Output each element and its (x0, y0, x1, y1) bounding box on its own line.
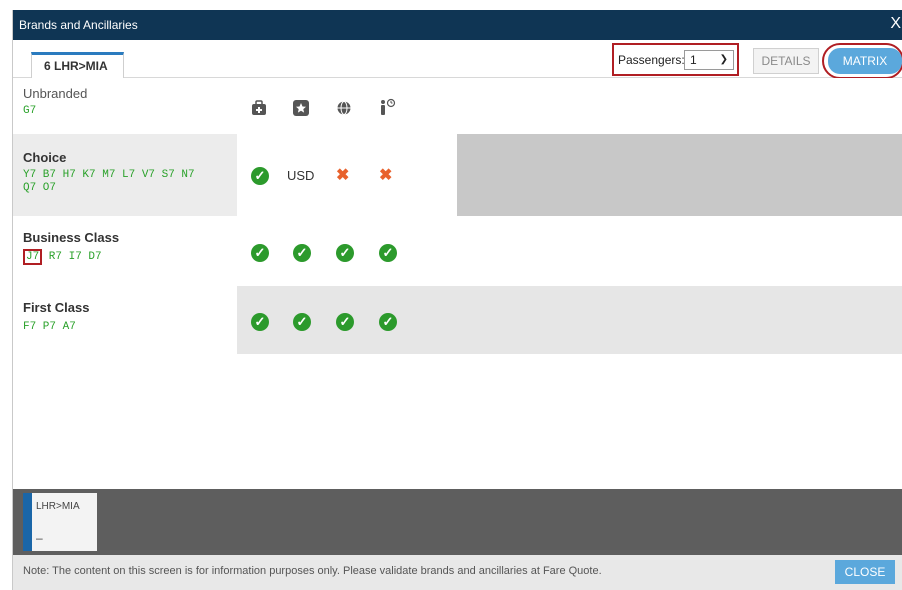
brand-label-cell: Business Class J7 R7 I7 D7 (13, 216, 237, 286)
brand-row-first: First Class F7 P7 A7 ✓ ✓ ✓ ✓ (13, 286, 902, 354)
passengers-select[interactable]: 1 ❯ (684, 50, 734, 70)
segment-bar: LHR>MIA – (13, 489, 902, 555)
dialog-title: Brands and Ancillaries (19, 18, 138, 32)
brand-name: Business Class (23, 230, 120, 245)
booking-codes: F7 P7 A7 (23, 321, 76, 333)
brands-ancillaries-dialog: Brands and Ancillaries X 6 LHR>MIA Passe… (12, 10, 902, 590)
segment-label: LHR>MIA (36, 501, 80, 512)
included-check-icon: ✓ (336, 244, 360, 268)
booking-codes: Y7 B7 H7 K7 M7 L7 V7 S7 N7 Q7 O7 (23, 169, 237, 195)
priority-boarding-icon (378, 98, 402, 122)
included-check-icon: ✓ (293, 244, 317, 268)
booking-codes-rest: R7 I7 D7 (42, 251, 102, 263)
not-available-cross-icon: ✖ (336, 167, 350, 184)
close-button[interactable]: CLOSE (835, 560, 895, 584)
brand-name: Unbranded (23, 86, 88, 101)
brand-row-choice: Choice Y7 B7 H7 K7 M7 L7 V7 S7 N7 Q7 O7 … (13, 134, 902, 216)
brand-name: First Class (23, 300, 90, 315)
chevron-down-icon: ❯ (719, 54, 728, 65)
ancillary-cells: ✓ ✓ ✓ ✓ (237, 216, 902, 286)
segment-tab[interactable]: LHR>MIA – (23, 493, 97, 551)
header-row: Unbranded G7 (13, 78, 902, 134)
included-check-icon: ✓ (251, 313, 275, 337)
passengers-label: Passengers: (618, 53, 685, 67)
segment-value: – (36, 531, 43, 545)
included-check-icon: ✓ (379, 313, 403, 337)
matrix-button[interactable]: MATRIX (828, 48, 902, 74)
baggage-icon (251, 100, 275, 124)
unbranded-label-cell: Unbranded G7 (13, 78, 237, 134)
booking-codes: G7 (23, 105, 37, 117)
included-check-icon: ✓ (293, 313, 317, 337)
wifi-globe-icon (336, 100, 360, 124)
passengers-control: Passengers: 1 ❯ (612, 43, 739, 76)
booking-codes-line: Q7 O7 (23, 182, 57, 194)
included-check-icon: ✓ (251, 167, 275, 191)
tab-route[interactable]: 6 LHR>MIA (31, 52, 124, 79)
included-check-icon: ✓ (379, 244, 403, 268)
passengers-value: 1 (690, 53, 697, 67)
brand-label-cell: Choice Y7 B7 H7 K7 M7 L7 V7 S7 N7 Q7 O7 (13, 134, 237, 216)
close-icon[interactable]: X (890, 10, 901, 38)
unavailable-fill (457, 134, 902, 216)
included-check-icon: ✓ (336, 313, 360, 337)
not-available-cross-icon: ✖ (379, 167, 393, 184)
details-button[interactable]: DETAILS (753, 48, 819, 74)
booking-codes-line: Y7 B7 H7 K7 M7 L7 V7 S7 N7 (23, 169, 195, 181)
seat-star-icon (293, 100, 317, 124)
ancillary-icons (237, 78, 902, 134)
dialog-titlebar: Brands and Ancillaries X (13, 10, 902, 40)
ancillary-cells: ✓ ✓ ✓ ✓ (237, 286, 902, 354)
booking-codes: J7 R7 I7 D7 (23, 249, 237, 265)
ancillary-cells: ✓ USD ✖ ✖ (237, 134, 457, 216)
highlighted-booking-code: J7 (23, 249, 43, 265)
chargeable-usd: USD (287, 168, 315, 183)
brand-label-cell: First Class F7 P7 A7 (13, 286, 237, 354)
brand-name: Choice (23, 150, 67, 165)
dialog-footer: Note: The content on this screen is for … (13, 555, 902, 590)
footer-note: Note: The content on this screen is for … (23, 565, 602, 577)
page-backdrop (0, 0, 12, 590)
included-check-icon: ✓ (251, 244, 275, 268)
brand-row-business: Business Class J7 R7 I7 D7 ✓ ✓ ✓ ✓ (13, 216, 902, 286)
